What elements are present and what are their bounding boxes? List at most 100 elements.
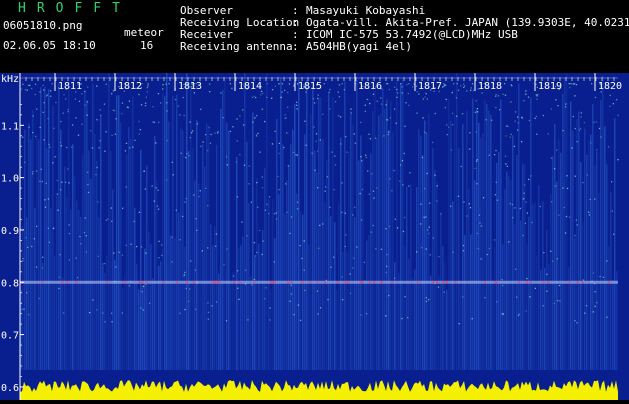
noise-speckle (21, 136, 24, 138)
noise-streak (494, 246, 496, 370)
noise-speckle (580, 116, 582, 118)
noise-speckle (86, 171, 89, 174)
noise-speckle (76, 276, 79, 279)
noise-speckle (179, 312, 181, 314)
noise-streak (566, 71, 568, 371)
noise-speckle (437, 286, 440, 288)
noise-speckle (225, 320, 228, 322)
noise-speckle (274, 130, 276, 132)
noise-speckle (209, 142, 212, 144)
noise-speckle (253, 242, 256, 244)
noise-streak (60, 129, 62, 370)
noise-speckle (56, 179, 58, 182)
noise-streak (606, 164, 608, 370)
noise-speckle (58, 287, 60, 290)
noise-streak (330, 215, 332, 370)
noise-speckle (526, 212, 528, 214)
file-name: 06051810.png (3, 19, 83, 32)
noise-speckle (329, 108, 331, 110)
noise-speckle (596, 302, 598, 304)
noise-speckle (296, 154, 298, 156)
noise-speckle (574, 175, 576, 177)
noise-streak (178, 212, 180, 370)
noise-speckle (319, 224, 321, 227)
noise-speckle (428, 299, 430, 301)
noise-speckle (184, 271, 186, 274)
noise-speckle (393, 169, 395, 172)
noise-speckle (395, 122, 397, 124)
noise-streak (316, 172, 318, 370)
noise-streak (84, 90, 86, 370)
carrier-band (20, 280, 618, 284)
noise-speckle (185, 287, 187, 290)
noise-speckle (136, 245, 138, 248)
noise-speckle (56, 193, 58, 195)
meta-observer-value: Masayuki Kobayashi (306, 4, 426, 17)
noise-speckle (476, 232, 479, 234)
noise-speckle (239, 154, 241, 156)
noise-streak (454, 114, 456, 370)
noise-speckle (607, 146, 610, 148)
noise-speckle (451, 91, 453, 94)
noise-speckle (372, 224, 374, 227)
noise-speckle (254, 117, 256, 119)
noise-speckle (266, 83, 268, 85)
noise-speckle (121, 254, 124, 256)
noise-speckle (311, 152, 313, 154)
noise-speckle (235, 161, 238, 163)
noise-speckle (38, 297, 40, 300)
noise-speckle (144, 102, 147, 104)
noise-streak (572, 130, 574, 370)
noise-speckle (600, 136, 602, 138)
noise-speckle (97, 255, 99, 257)
noise-speckle (118, 251, 120, 253)
noise-speckle (550, 157, 553, 159)
noise-speckle (43, 89, 45, 91)
noise-streak (522, 163, 524, 370)
noise-speckle (553, 302, 555, 304)
carrier-dot (214, 281, 217, 284)
noise-speckle (246, 235, 248, 237)
noise-speckle (98, 147, 100, 149)
noise-speckle (478, 214, 481, 216)
noise-streak (408, 258, 410, 370)
noise-speckle (295, 101, 298, 103)
noise-speckle (611, 210, 613, 212)
noise-speckle (598, 127, 601, 130)
noise-streak (562, 93, 564, 370)
noise-speckle (223, 264, 225, 266)
noise-speckle (155, 142, 157, 144)
noise-speckle (420, 203, 422, 205)
noise-speckle (290, 293, 293, 295)
noise-speckle (432, 237, 434, 239)
noise-speckle (239, 115, 241, 117)
carrier-dot (391, 281, 394, 284)
noise-streak (604, 126, 606, 370)
noise-speckle (529, 296, 531, 298)
noise-speckle (370, 231, 373, 233)
noise-speckle (546, 273, 548, 275)
noise-speckle (442, 86, 444, 88)
noise-speckle (446, 124, 448, 126)
noise-speckle (416, 251, 418, 253)
noise-speckle (557, 105, 559, 107)
noise-speckle (32, 131, 34, 134)
noise-speckle (290, 284, 292, 286)
noise-speckle (158, 257, 160, 259)
noise-speckle (323, 83, 325, 85)
noise-speckle (421, 246, 423, 249)
noise-speckle (574, 95, 576, 97)
noise-speckle (297, 208, 299, 210)
noise-speckle (462, 244, 465, 247)
noise-speckle (505, 163, 507, 165)
noise-speckle (383, 135, 385, 137)
noise-speckle (278, 152, 280, 155)
noise-speckle (187, 300, 190, 302)
noise-speckle (426, 229, 429, 231)
noise-speckle (63, 94, 65, 96)
noise-streak (614, 118, 616, 370)
noise-speckle (356, 246, 358, 248)
noise-speckle (145, 252, 147, 254)
noise-speckle (278, 142, 280, 144)
noise-speckle (405, 102, 407, 104)
